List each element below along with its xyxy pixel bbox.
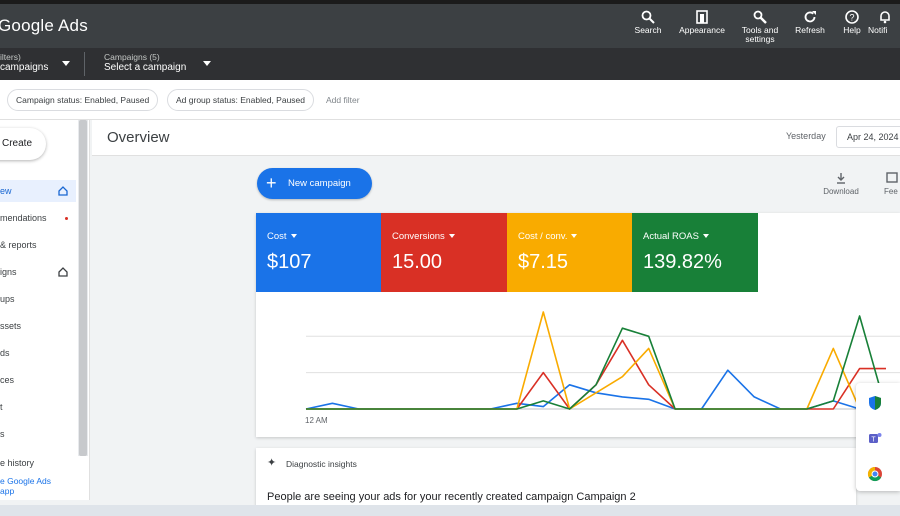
new-campaign-button[interactable]: + New campaign: [257, 168, 372, 199]
sidebar-scrollbar-thumb[interactable]: [79, 120, 87, 456]
metric-value: $107: [267, 251, 312, 273]
bell-icon: [880, 11, 890, 24]
sidebar-item-assets[interactable]: ssets: [0, 315, 76, 337]
wrench-icon: [753, 10, 767, 24]
campaign-selector[interactable]: Campaigns (5) Select a campaign: [104, 52, 211, 74]
chevron-down-icon: [571, 234, 578, 239]
date-range-picker[interactable]: Apr 24, 2024: [836, 126, 900, 148]
feedback-icon: [886, 172, 898, 183]
top-app-bar: Google Ads Search Appearance Tools and s…: [0, 0, 900, 48]
home-icon: [58, 186, 68, 196]
feedback-button[interactable]: Fee: [884, 172, 898, 196]
metric-label[interactable]: Conversions: [392, 231, 455, 242]
chrome-icon[interactable]: [867, 466, 883, 482]
sidebar-item-settings[interactable]: s: [0, 423, 76, 445]
sidebar-item-keywords[interactable]: ds: [0, 342, 76, 364]
add-filter-link[interactable]: Add filter: [326, 95, 360, 105]
metric-tile-conversions[interactable]: Conversions 15.00: [381, 213, 507, 292]
download-button[interactable]: Download: [816, 172, 866, 196]
search-icon: [641, 10, 655, 24]
account-selector-bar: ilters) campaigns Campaigns (5) Select a…: [0, 48, 900, 80]
metric-value: 15.00: [392, 251, 443, 273]
performance-card: Cost $107 Conversions 15.00 Cost / conv.…: [256, 213, 900, 437]
sidebar-item-audiences[interactable]: ces: [0, 369, 76, 391]
sidebar-item-recommendations[interactable]: mendations: [0, 207, 76, 229]
metric-tile-actual-roas[interactable]: Actual ROAS 139.82%: [632, 213, 758, 292]
svg-text:T: T: [871, 437, 876, 444]
metric-value: 139.82%: [643, 251, 722, 273]
metric-value: $7.15: [518, 251, 569, 273]
metric-tile-cost-per-conversion[interactable]: Cost / conv. $7.15: [507, 213, 632, 292]
sidebar-item-overview[interactable]: ew: [0, 180, 76, 202]
diagnostic-title: Diagnostic insights: [286, 459, 357, 469]
metric-label[interactable]: Cost: [267, 231, 297, 242]
chart-series-line-1[interactable]: [306, 339, 886, 410]
performance-line-chart[interactable]: [256, 292, 900, 437]
appearance-button[interactable]: Appearance: [673, 10, 731, 35]
filter-selector[interactable]: ilters) campaigns: [0, 52, 70, 74]
sidebar-item-content[interactable]: t: [0, 396, 76, 418]
chevron-down-icon: [203, 61, 211, 66]
page-title: Overview: [107, 129, 170, 146]
os-taskbar: [0, 505, 900, 516]
chevron-down-icon: [448, 234, 455, 239]
chevron-down-icon: [702, 234, 709, 239]
teams-icon[interactable]: T: [867, 430, 883, 446]
sidebar: Create ew mendations & reports igns ups …: [0, 120, 90, 500]
floating-app-tray: T: [856, 383, 900, 491]
shield-icon[interactable]: [867, 395, 883, 411]
filter-bar: Campaign status: Enabled, Paused Ad grou…: [0, 80, 900, 120]
selector-divider: [84, 52, 85, 76]
sidebar-item-change-history[interactable]: e history: [0, 452, 76, 474]
home-icon: [58, 267, 68, 277]
sidebar-item-ad-groups[interactable]: ups: [0, 288, 76, 310]
diagnostic-message: People are seeing your ads for your rece…: [267, 491, 636, 503]
filter-chip-ad-group-status[interactable]: Ad group status: Enabled, Paused: [167, 89, 315, 111]
app-title[interactable]: Google Ads: [0, 16, 88, 36]
metric-label[interactable]: Actual ROAS: [643, 231, 709, 242]
download-icon: [837, 173, 845, 184]
appearance-icon: [696, 10, 708, 24]
sidebar-item-insights-reports[interactable]: & reports: [0, 234, 76, 256]
search-button[interactable]: Search: [619, 10, 677, 35]
svg-text:?: ?: [849, 13, 854, 23]
chart-series-line-0[interactable]: [305, 369, 886, 410]
notifications-button[interactable]: Notifi: [868, 10, 900, 35]
plus-icon: +: [266, 173, 277, 193]
refresh-icon: [804, 11, 816, 23]
create-button[interactable]: Create: [0, 128, 46, 160]
metric-label[interactable]: Cost / conv.: [518, 231, 578, 242]
chevron-down-icon: [62, 61, 70, 66]
metric-tile-cost[interactable]: Cost $107: [256, 213, 381, 292]
filter-chip-campaign-status[interactable]: Campaign status: Enabled, Paused: [7, 89, 159, 111]
overview-header: Overview Yesterday Apr 24, 2024: [92, 120, 900, 156]
notification-dot: [65, 217, 68, 220]
sidebar-item-campaigns[interactable]: igns: [0, 261, 76, 283]
sparkle-icon: ✦: [267, 457, 277, 469]
date-range-label: Yesterday: [786, 131, 826, 141]
get-app-link[interactable]: e Google Ads app: [0, 476, 51, 496]
chart-series-line-2[interactable]: [306, 311, 886, 410]
chevron-down-icon: [290, 234, 297, 239]
help-icon: ?: [845, 10, 859, 24]
x-axis-first-label: 12 AM: [305, 416, 328, 425]
chart-series-line-3[interactable]: [306, 315, 887, 410]
